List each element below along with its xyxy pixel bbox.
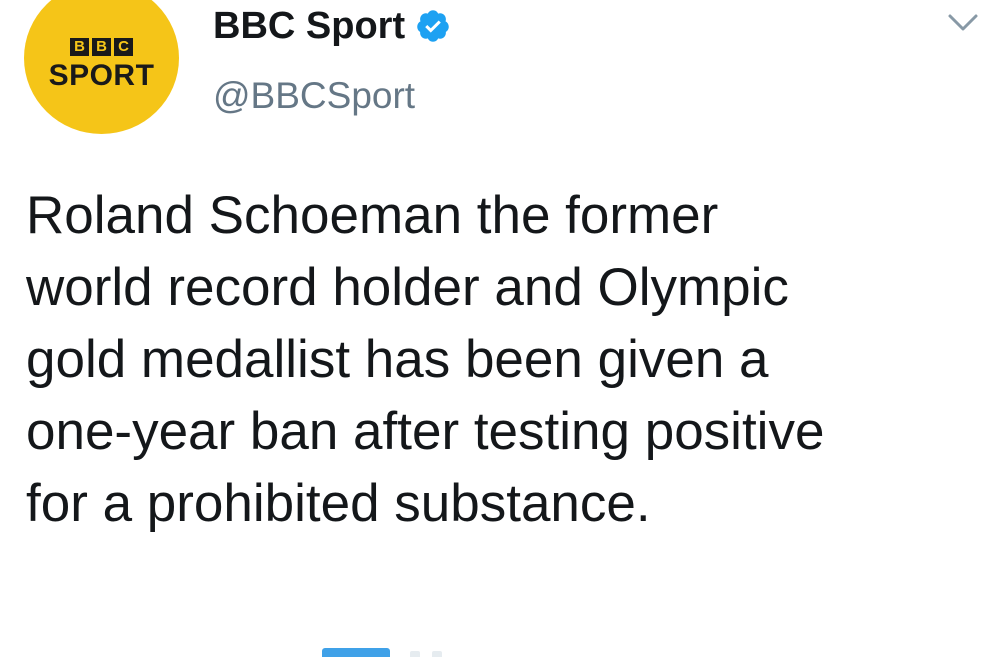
tweet-text: Roland Schoeman the former world record …: [26, 186, 825, 533]
bbc-logo-block: C: [114, 38, 133, 56]
verified-badge-icon: [417, 10, 449, 42]
bbc-logo-blocks: B B C: [70, 38, 133, 56]
avatar[interactable]: B B C SPORT: [24, 0, 179, 134]
author-name-row[interactable]: BBC Sport: [213, 4, 451, 48]
bbc-logo-sport: SPORT: [48, 59, 155, 92]
bbc-logo-block: B: [70, 38, 89, 56]
display-name[interactable]: BBC Sport: [213, 4, 405, 48]
media-preview-edge[interactable]: [322, 648, 390, 657]
faded-icon: [410, 651, 420, 657]
tweet-card: B B C SPORT BBC Sport @BBCSport Roland S…: [0, 0, 997, 657]
author-handle[interactable]: @BBCSport: [213, 74, 415, 118]
faded-icon: [432, 651, 442, 657]
chevron-down-icon[interactable]: [946, 10, 980, 36]
bbc-logo-block: B: [92, 38, 111, 56]
